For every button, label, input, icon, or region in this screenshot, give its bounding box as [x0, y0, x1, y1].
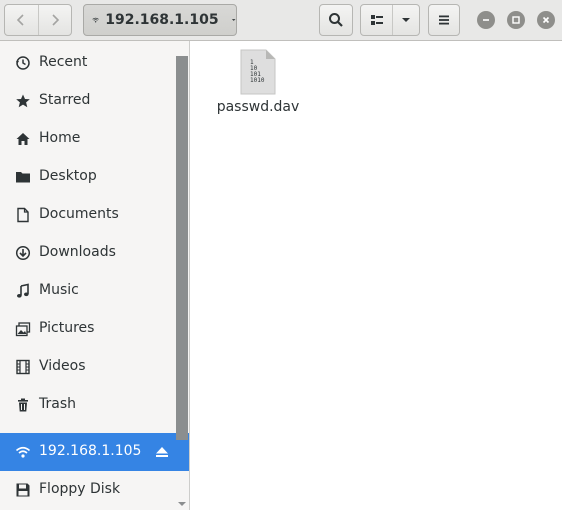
view-options-dropdown[interactable]: [392, 5, 419, 35]
binary-line-4: 1010: [250, 77, 265, 84]
sidebar-item-floppy-disk[interactable]: Floppy Disk: [0, 471, 189, 509]
chevron-right-icon: [52, 14, 59, 26]
maximize-button[interactable]: [507, 11, 525, 29]
wifi-icon: [92, 17, 99, 23]
eject-icon: [156, 447, 168, 457]
film-icon: [15, 359, 31, 375]
sidebar-item-label: Starred: [39, 92, 91, 108]
document-icon: [15, 207, 31, 223]
sidebar-item-starred[interactable]: Starred: [0, 82, 189, 120]
sidebar-item-home[interactable]: Home: [0, 120, 189, 158]
sidebar-item-videos[interactable]: Videos: [0, 348, 189, 386]
sidebar-item-label: Pictures: [39, 320, 95, 336]
sidebar-item-label: Recent: [39, 54, 88, 70]
forward-button[interactable]: [37, 5, 72, 35]
menu-button[interactable]: [428, 4, 460, 36]
sidebar-item-label: Trash: [39, 396, 76, 412]
trash-icon: [15, 397, 31, 413]
header-bar: 192.168.1.105: [0, 0, 562, 41]
eject-button[interactable]: [154, 444, 170, 460]
floppy-icon: [15, 482, 31, 498]
view-options: [360, 4, 420, 36]
chevron-left-icon: [17, 14, 24, 26]
sidebar-item-network-share[interactable]: 192.168.1.105: [0, 433, 189, 471]
file-item[interactable]: 1 10 101 1010 passwd.dav: [216, 49, 300, 119]
sidebar: Recent Starred Home Desktop Documents Do…: [0, 41, 190, 510]
sidebar-item-label: Downloads: [39, 244, 116, 260]
close-icon: [542, 16, 550, 24]
sidebar-item-downloads[interactable]: Downloads: [0, 234, 189, 272]
sidebar-item-label: Documents: [39, 206, 119, 222]
pictures-icon: [15, 321, 31, 337]
minimize-icon: [483, 19, 489, 21]
scroll-down-arrow-icon[interactable]: [178, 502, 186, 506]
location-path-button[interactable]: 192.168.1.105: [83, 4, 237, 36]
wifi-icon: [15, 444, 31, 460]
binary-file-icon: 1 10 101 1010: [240, 49, 276, 95]
sidebar-item-label: Videos: [39, 358, 86, 374]
hamburger-icon: [439, 15, 449, 25]
list-view-button[interactable]: [361, 5, 392, 35]
maximize-icon: [512, 16, 520, 24]
chevron-down-icon: [402, 18, 411, 22]
sidebar-scrollbar[interactable]: [176, 56, 188, 440]
sidebar-item-label: Floppy Disk: [39, 481, 121, 497]
sidebar-item-label: Music: [39, 282, 79, 298]
close-button[interactable]: [537, 11, 555, 29]
clock-icon: [15, 55, 31, 71]
home-icon: [15, 131, 31, 147]
sidebar-item-desktop[interactable]: Desktop: [0, 158, 189, 196]
location-label: 192.168.1.105: [105, 12, 219, 28]
star-icon: [15, 93, 31, 109]
search-button[interactable]: [319, 4, 353, 36]
sidebar-item-pictures[interactable]: Pictures: [0, 310, 189, 348]
sidebar-item-recent[interactable]: Recent: [0, 44, 189, 82]
list-view-icon: [370, 15, 383, 25]
sidebar-item-label: 192.168.1.105: [39, 443, 142, 459]
search-icon: [329, 13, 343, 27]
download-icon: [15, 245, 31, 261]
sidebar-item-label: Home: [39, 130, 81, 146]
back-button[interactable]: [5, 5, 38, 35]
sidebar-item-label: Desktop: [39, 168, 97, 184]
sidebar-item-trash[interactable]: Trash: [0, 386, 189, 424]
file-name: passwd.dav: [216, 99, 300, 115]
minimize-button[interactable]: [477, 11, 495, 29]
file-view[interactable]: 1 10 101 1010 passwd.dav: [190, 41, 562, 510]
music-icon: [15, 283, 31, 299]
sidebar-item-music[interactable]: Music: [0, 272, 189, 310]
folder-icon: [15, 169, 31, 185]
sidebar-item-documents[interactable]: Documents: [0, 196, 189, 234]
chevron-down-icon: [231, 19, 236, 21]
navigation-buttons: [4, 4, 72, 36]
